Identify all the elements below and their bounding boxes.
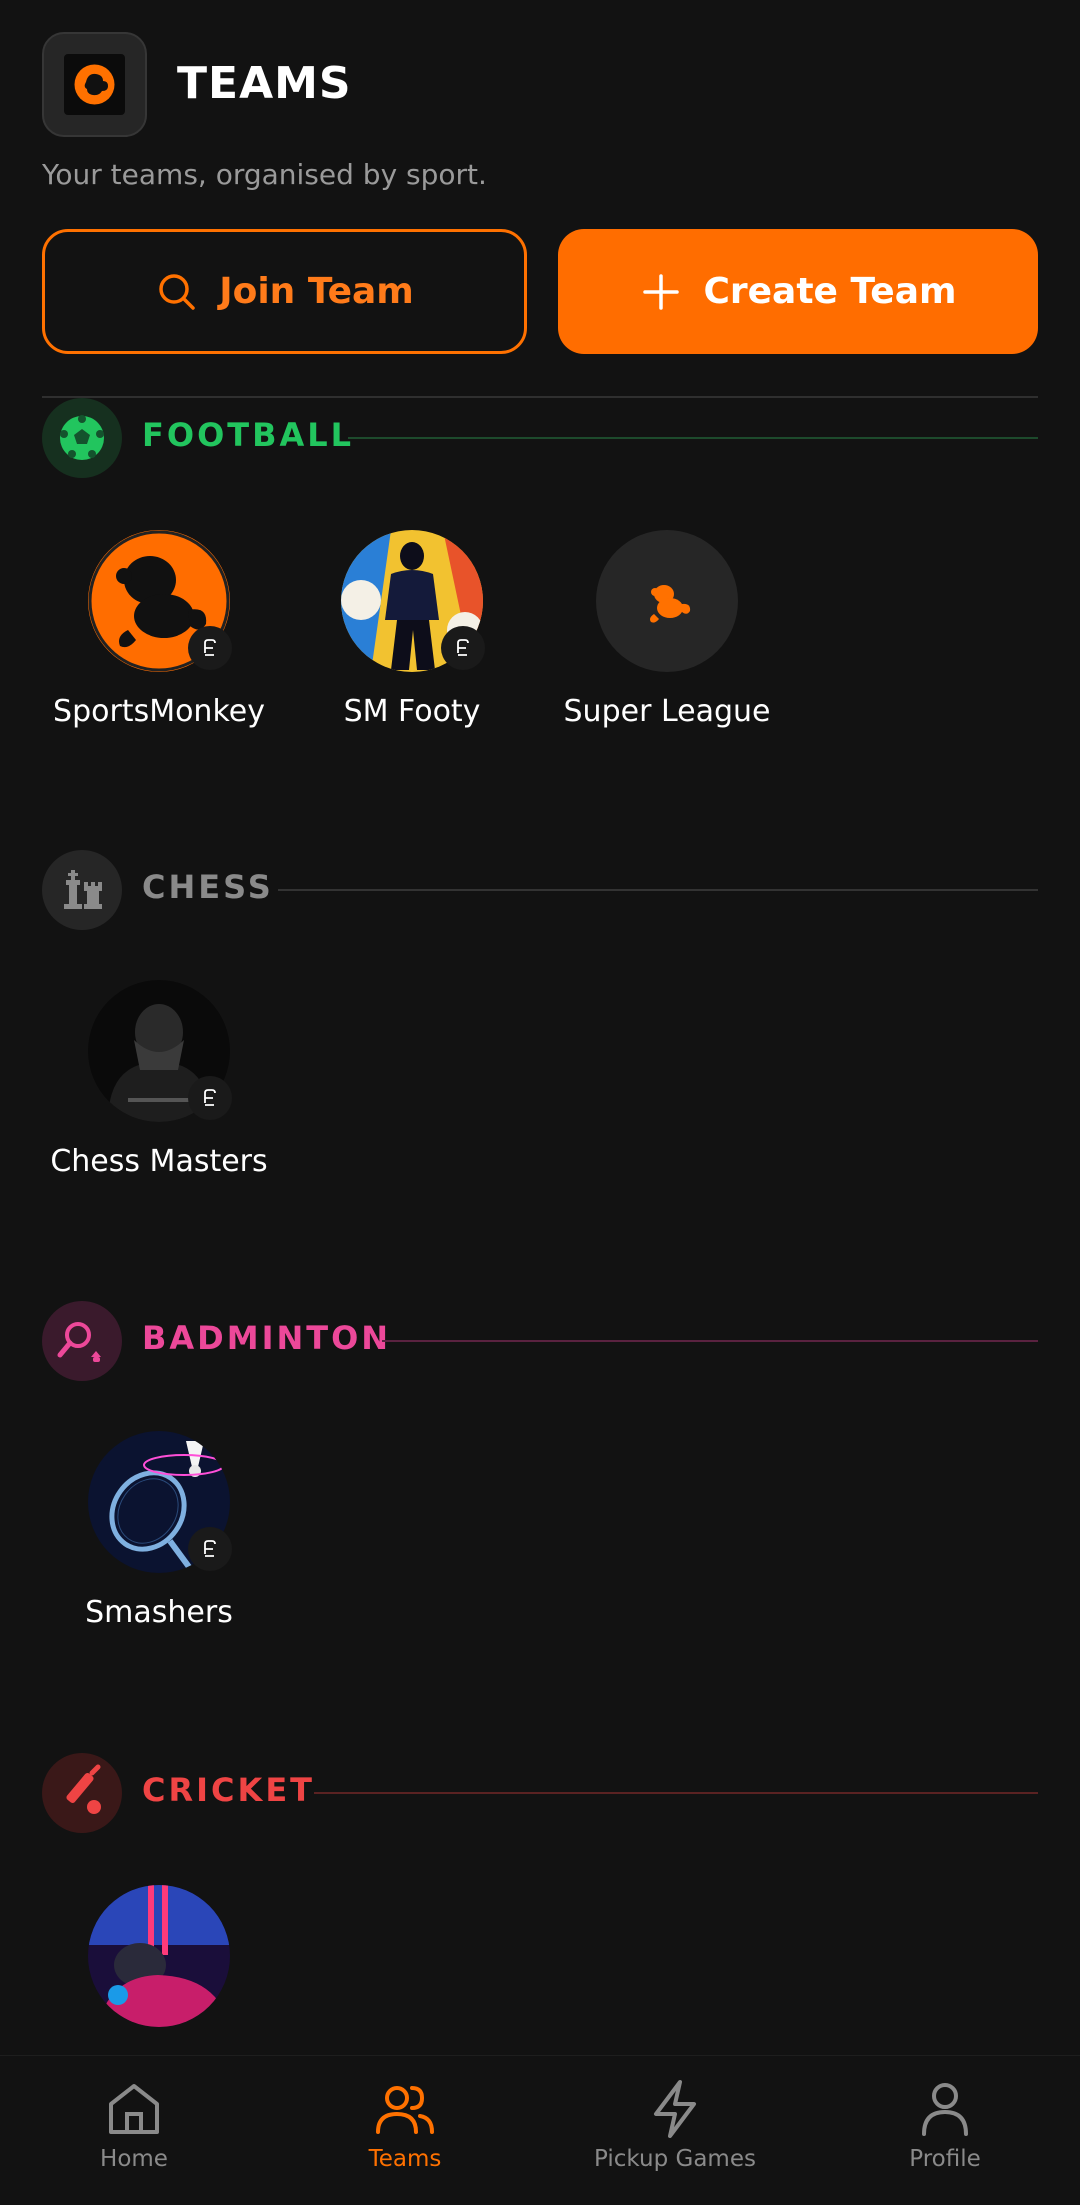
nav-label: Home — [100, 2146, 168, 2172]
edit-icon — [204, 639, 216, 656]
team-card-smashers[interactable]: Smashers — [49, 1431, 269, 1630]
soccer-ball-icon — [42, 398, 122, 478]
nav-label: Pickup Games — [594, 2146, 756, 2172]
team-card-chess-masters[interactable]: Chess Masters — [49, 980, 269, 1179]
cricket-bat-icon — [42, 1753, 122, 1833]
create-team-button[interactable]: Create Team — [558, 229, 1038, 354]
edit-badge[interactable] — [441, 626, 485, 670]
badminton-racket-icon — [42, 1301, 122, 1381]
edit-icon — [204, 1540, 216, 1557]
edit-icon — [204, 1089, 216, 1106]
team-avatar — [88, 530, 232, 672]
nav-label: Profile — [909, 2146, 981, 2172]
nav-teams[interactable]: Teams — [295, 2076, 515, 2172]
nav-profile[interactable]: Profile — [835, 2076, 1055, 2172]
team-avatar — [596, 530, 738, 672]
home-icon — [109, 2084, 159, 2134]
team-avatar — [341, 530, 485, 672]
team-card-sportsmonkey[interactable]: SportsMonkey — [49, 530, 269, 729]
team-name: Super League — [563, 694, 771, 729]
edit-badge[interactable] — [188, 1076, 232, 1120]
edit-badge[interactable] — [188, 1527, 232, 1571]
bottom-nav: Home Teams Pickup Games Profile — [0, 2055, 1080, 2205]
users-icon — [376, 2086, 434, 2134]
team-name: SportsMonkey — [53, 694, 265, 729]
team-card-cricket[interactable] — [49, 1885, 269, 2049]
create-team-label: Create Team — [703, 271, 957, 312]
cricket-neon-art — [88, 1885, 230, 2027]
edit-icon — [457, 639, 469, 656]
plus-icon — [643, 273, 680, 310]
monkey-logo-icon — [74, 64, 115, 105]
lightning-icon — [654, 2080, 696, 2138]
nav-home[interactable]: Home — [24, 2076, 244, 2172]
join-team-button[interactable]: Join Team — [42, 229, 527, 354]
nav-pickup-games[interactable]: Pickup Games — [565, 2076, 785, 2172]
section-title-chess: CHESS — [142, 868, 274, 906]
section-football: FOOTBALL SportsMonkey SM Footy Super Lea… — [42, 398, 1038, 758]
team-name: Smashers — [85, 1595, 233, 1630]
section-title-football: FOOTBALL — [142, 416, 355, 454]
nav-label: Teams — [368, 2146, 442, 2172]
header: TEAMS — [42, 32, 1038, 142]
team-card-sm-footy[interactable]: SM Footy — [302, 530, 522, 729]
team-avatar — [88, 980, 232, 1122]
chess-pieces-icon — [42, 850, 122, 930]
team-name: Chess Masters — [50, 1144, 268, 1179]
section-chess: CHESS Chess Masters — [42, 850, 1038, 1210]
team-name: SM Footy — [343, 694, 481, 729]
team-avatar — [88, 1431, 232, 1573]
section-divider — [382, 1340, 1038, 1342]
section-divider — [278, 889, 1038, 891]
section-divider — [348, 437, 1038, 439]
user-icon — [922, 2083, 968, 2136]
section-badminton: BADMINTON Smashers — [42, 1301, 1038, 1661]
app-logo[interactable] — [42, 32, 147, 137]
search-icon — [159, 273, 195, 310]
monkey-logo-small — [596, 530, 738, 672]
section-cricket: CRICKET — [42, 1753, 1038, 2053]
page-subtitle: Your teams, organised by sport. — [42, 158, 487, 191]
edit-badge[interactable] — [188, 626, 232, 670]
join-team-label: Join Team — [219, 271, 414, 312]
section-title-cricket: CRICKET — [142, 1771, 315, 1809]
section-divider — [314, 1792, 1038, 1794]
section-title-badminton: BADMINTON — [142, 1319, 392, 1357]
team-avatar — [88, 1885, 230, 2027]
page-title: TEAMS — [177, 58, 352, 109]
team-card-super-league[interactable]: Super League — [557, 530, 777, 729]
